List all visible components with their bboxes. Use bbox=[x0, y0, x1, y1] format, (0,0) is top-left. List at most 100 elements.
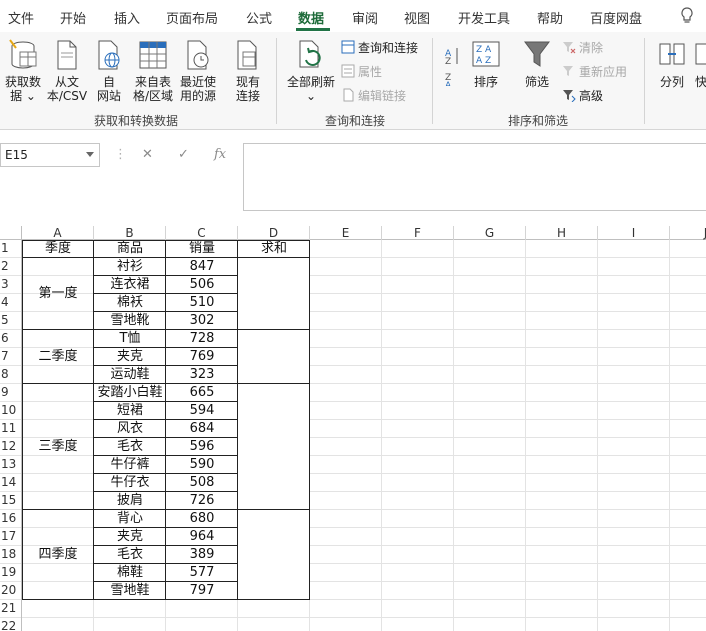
row-header[interactable]: 7 bbox=[0, 348, 22, 366]
product-cell[interactable]: 牛仔衣 bbox=[94, 474, 166, 492]
product-cell[interactable]: 雪地鞋 bbox=[94, 582, 166, 600]
product-cell[interactable]: 安踏小白鞋 bbox=[94, 384, 166, 402]
advanced-filter-button[interactable]: 高级 bbox=[562, 86, 603, 104]
flash-fill-button[interactable]: 快 bbox=[694, 38, 706, 89]
season-cell[interactable]: 四季度 bbox=[22, 510, 94, 600]
menu-help[interactable]: 帮助 bbox=[537, 8, 563, 27]
properties-button[interactable]: 属性 bbox=[341, 62, 382, 80]
header-cell-sum[interactable]: 求和 bbox=[238, 240, 310, 258]
product-cell[interactable]: 运动鞋 bbox=[94, 366, 166, 384]
sales-cell[interactable]: 594 bbox=[166, 402, 238, 420]
product-cell[interactable]: 棉鞋 bbox=[94, 564, 166, 582]
refresh-all-button[interactable]: 全部刷新 ⌄ bbox=[284, 38, 338, 103]
menu-insert[interactable]: 插入 bbox=[114, 8, 140, 27]
sort-button[interactable]: Z AA Z 排序 bbox=[468, 38, 504, 89]
text-to-columns-button[interactable]: 分列 bbox=[652, 38, 692, 89]
sum-cell[interactable] bbox=[238, 384, 310, 510]
product-cell[interactable]: 风衣 bbox=[94, 420, 166, 438]
reapply-button[interactable]: 重新应用 bbox=[562, 62, 627, 80]
sales-cell[interactable]: 847 bbox=[166, 258, 238, 276]
row-header[interactable]: 11 bbox=[0, 420, 22, 438]
menu-file[interactable]: 文件 bbox=[8, 8, 34, 27]
header-cell-product[interactable]: 商品 bbox=[94, 240, 166, 258]
row-header[interactable]: 4 bbox=[0, 294, 22, 312]
menu-page-layout[interactable]: 页面布局 bbox=[166, 8, 218, 27]
row-header[interactable]: 12 bbox=[0, 438, 22, 456]
sales-cell[interactable]: 726 bbox=[166, 492, 238, 510]
sales-cell[interactable]: 506 bbox=[166, 276, 238, 294]
sales-cell[interactable]: 684 bbox=[166, 420, 238, 438]
name-box[interactable]: E15 bbox=[0, 143, 100, 167]
from-text-csv-button[interactable]: 从文 本/CSV bbox=[44, 38, 90, 103]
sales-cell[interactable]: 728 bbox=[166, 330, 238, 348]
sum-cell[interactable] bbox=[238, 258, 310, 330]
menu-developer[interactable]: 开发工具 bbox=[458, 8, 510, 27]
sales-cell[interactable]: 323 bbox=[166, 366, 238, 384]
menu-view[interactable]: 视图 bbox=[404, 8, 430, 27]
product-cell[interactable]: 披肩 bbox=[94, 492, 166, 510]
lightbulb-icon[interactable] bbox=[680, 7, 694, 28]
row-header[interactable]: 10 bbox=[0, 402, 22, 420]
row-header[interactable]: 18 bbox=[0, 546, 22, 564]
insert-function-icon[interactable]: fx bbox=[214, 147, 226, 162]
clear-filter-button[interactable]: 清除 bbox=[562, 38, 603, 56]
worksheet-grid[interactable]: ABCDEFGHIJ 1 2 3 4 5 6 7 8 9 10 11 12 13 14 15 16 17 18 19… bbox=[0, 226, 706, 631]
column-header[interactable]: A bbox=[22, 226, 94, 240]
row-header[interactable]: 17 bbox=[0, 528, 22, 546]
header-cell-season[interactable]: 季度 bbox=[22, 240, 94, 258]
edit-links-button[interactable]: 编辑链接 bbox=[341, 86, 406, 104]
row-header[interactable]: 9 bbox=[0, 384, 22, 402]
sales-cell[interactable]: 510 bbox=[166, 294, 238, 312]
sales-cell[interactable]: 302 bbox=[166, 312, 238, 330]
queries-connections-button[interactable]: 查询和连接 bbox=[341, 38, 418, 56]
column-header[interactable]: J bbox=[670, 226, 706, 240]
column-header[interactable]: C bbox=[166, 226, 238, 240]
row-header[interactable]: 16 bbox=[0, 510, 22, 528]
cancel-icon[interactable]: ✕ bbox=[142, 147, 153, 162]
sales-cell[interactable]: 680 bbox=[166, 510, 238, 528]
season-cell[interactable]: 二季度 bbox=[22, 330, 94, 384]
sales-cell[interactable]: 389 bbox=[166, 546, 238, 564]
menu-home[interactable]: 开始 bbox=[60, 8, 86, 27]
column-header[interactable]: G bbox=[454, 226, 526, 240]
chevron-down-icon[interactable] bbox=[86, 152, 94, 157]
column-header[interactable]: H bbox=[526, 226, 598, 240]
menu-data[interactable]: 数据 bbox=[298, 8, 324, 27]
sum-cell[interactable] bbox=[238, 510, 310, 600]
row-header[interactable]: 6 bbox=[0, 330, 22, 348]
menu-baidu-netdisk[interactable]: 百度网盘 bbox=[590, 8, 642, 27]
sales-cell[interactable]: 596 bbox=[166, 438, 238, 456]
product-cell[interactable]: 夹克 bbox=[94, 528, 166, 546]
select-all-corner[interactable] bbox=[0, 226, 22, 240]
product-cell[interactable]: 牛仔裤 bbox=[94, 456, 166, 474]
column-header[interactable]: F bbox=[382, 226, 454, 240]
season-cell[interactable]: 三季度 bbox=[22, 384, 94, 510]
menu-formulas[interactable]: 公式 bbox=[246, 8, 272, 27]
sales-cell[interactable]: 577 bbox=[166, 564, 238, 582]
row-header[interactable]: 3 bbox=[0, 276, 22, 294]
sales-cell[interactable]: 964 bbox=[166, 528, 238, 546]
column-header[interactable]: E bbox=[310, 226, 382, 240]
product-cell[interactable]: 背心 bbox=[94, 510, 166, 528]
sales-cell[interactable]: 508 bbox=[166, 474, 238, 492]
product-cell[interactable]: 毛衣 bbox=[94, 546, 166, 564]
recent-sources-button[interactable]: 最近使 用的源 bbox=[176, 38, 220, 103]
season-cell[interactable]: 第一度 bbox=[22, 258, 94, 330]
row-header[interactable]: 1 bbox=[0, 240, 22, 258]
enter-icon[interactable]: ✓ bbox=[178, 147, 189, 162]
column-header[interactable]: B bbox=[94, 226, 166, 240]
row-header[interactable]: 20 bbox=[0, 582, 22, 600]
row-header[interactable]: 14 bbox=[0, 474, 22, 492]
from-table-range-button[interactable]: 来自表 格/区域 bbox=[130, 38, 176, 103]
sales-cell[interactable]: 797 bbox=[166, 582, 238, 600]
product-cell[interactable]: 短裙 bbox=[94, 402, 166, 420]
get-data-button[interactable]: 获取数 据 ⌄ bbox=[2, 38, 44, 103]
row-header[interactable]: 21 bbox=[0, 600, 22, 618]
row-header[interactable]: 13 bbox=[0, 456, 22, 474]
row-header[interactable]: 8 bbox=[0, 366, 22, 384]
filter-button[interactable]: 筛选 bbox=[520, 38, 554, 89]
header-cell-sales[interactable]: 销量 bbox=[166, 240, 238, 258]
row-header[interactable]: 22 bbox=[0, 618, 22, 631]
column-header[interactable]: D bbox=[238, 226, 310, 240]
row-header[interactable]: 5 bbox=[0, 312, 22, 330]
